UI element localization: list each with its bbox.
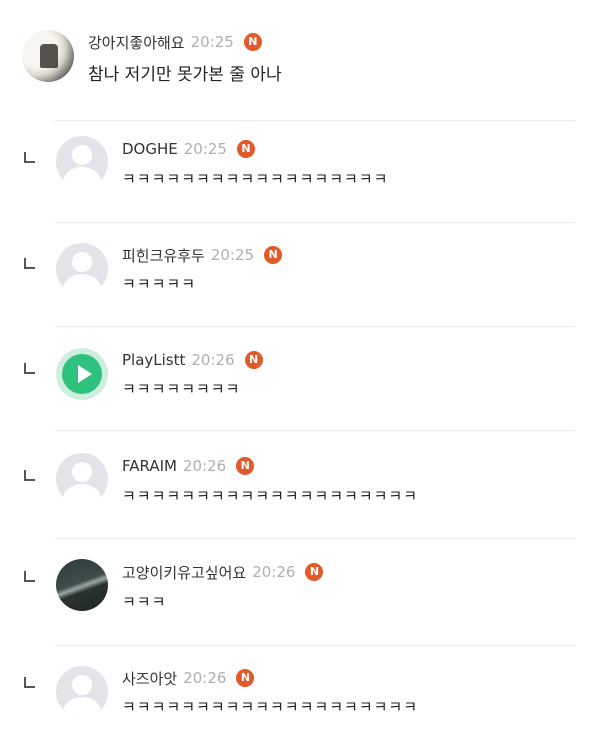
timestamp: 20:25 (183, 140, 227, 158)
avatar[interactable] (56, 243, 108, 295)
comment-meta: PlayListt 20:26 N (122, 348, 263, 372)
avatar[interactable] (22, 30, 74, 82)
new-badge: N (244, 351, 263, 369)
comment-text: ㅋㅋㅋㅋㅋㅋㅋㅋㅋㅋㅋㅋㅋㅋㅋㅋㅋㅋㅋㅋ (122, 698, 419, 716)
timestamp: 20:26 (182, 457, 227, 475)
play-icon (78, 365, 92, 383)
divider (55, 538, 575, 539)
comment-meta: 고양이키유고싶어요 20:26 N (122, 560, 324, 584)
new-badge: N (264, 246, 283, 264)
divider (55, 222, 575, 223)
timestamp: 20:26 (252, 563, 296, 581)
comment-text: ㅋㅋㅋㅋㅋㅋㅋㅋㅋㅋㅋㅋㅋㅋㅋㅋㅋㅋ (122, 170, 389, 188)
comment-meta: 피힌크유후두 20:25 N (122, 243, 283, 267)
reply-item: 피힌크유후두 20:25 N ㅋㅋㅋㅋㅋ (0, 225, 600, 325)
timestamp: 20:25 (190, 33, 234, 51)
comment-text: ㅋㅋㅋㅋㅋㅋㅋㅋ (122, 380, 241, 398)
reply-arrow-icon (24, 571, 35, 582)
nickname[interactable]: PlayListt (122, 351, 185, 369)
comment-meta: FARAIM 20:26 N (122, 454, 255, 478)
new-badge: N (236, 669, 255, 687)
divider (55, 645, 575, 646)
new-badge: N (236, 140, 255, 158)
comment-text: 참나 저기만 못가본 줄 아나 (88, 65, 282, 85)
reply-item: 고양이키유고싶어요 20:26 N ㅋㅋㅋ (0, 545, 600, 645)
reply-item: DOGHE 20:25 N ㅋㅋㅋㅋㅋㅋㅋㅋㅋㅋㅋㅋㅋㅋㅋㅋㅋㅋ (0, 120, 600, 220)
comment-text: ㅋㅋㅋ (122, 593, 167, 611)
comment-text: ㅋㅋㅋㅋㅋ (122, 275, 197, 293)
reply-arrow-icon (24, 677, 35, 688)
comment-text: ㅋㅋㅋㅋㅋㅋㅋㅋㅋㅋㅋㅋㅋㅋㅋㅋㅋㅋㅋㅋ (122, 487, 419, 505)
new-badge: N (243, 33, 262, 51)
reply-arrow-icon (24, 470, 35, 481)
nickname[interactable]: DOGHE (122, 140, 178, 158)
reply-item: FARAIM 20:26 N ㅋㅋㅋㅋㅋㅋㅋㅋㅋㅋㅋㅋㅋㅋㅋㅋㅋㅋㅋㅋ (0, 437, 600, 537)
reply-item: 사즈아앗 20:26 N ㅋㅋㅋㅋㅋㅋㅋㅋㅋㅋㅋㅋㅋㅋㅋㅋㅋㅋㅋㅋ (0, 650, 600, 735)
reply-arrow-icon (24, 363, 35, 374)
avatar[interactable] (56, 666, 108, 718)
nickname[interactable]: 고양이키유고싶어요 (122, 562, 246, 583)
nickname[interactable]: FARAIM (122, 457, 177, 475)
avatar[interactable] (56, 348, 108, 400)
new-badge: N (236, 457, 255, 475)
avatar[interactable] (56, 136, 108, 188)
comment-item: 강아지좋아해요 20:25 N 참나 저기만 못가본 줄 아나 (0, 0, 600, 110)
avatar[interactable] (56, 559, 108, 611)
divider (55, 326, 575, 327)
nickname[interactable]: 강아지좋아해요 (88, 32, 185, 53)
comment-meta: 강아지좋아해요 20:25 N (88, 30, 262, 54)
nickname[interactable]: 사즈아앗 (122, 668, 177, 689)
comment-meta: DOGHE 20:25 N (122, 137, 255, 161)
nickname[interactable]: 피힌크유후두 (122, 245, 205, 266)
new-badge: N (305, 563, 324, 581)
timestamp: 20:26 (191, 351, 235, 369)
divider (55, 430, 575, 431)
timestamp: 20:25 (210, 246, 255, 264)
comment-meta: 사즈아앗 20:26 N (122, 666, 255, 690)
timestamp: 20:26 (183, 669, 227, 687)
reply-item: PlayListt 20:26 N ㅋㅋㅋㅋㅋㅋㅋㅋ (0, 330, 600, 430)
avatar[interactable] (56, 453, 108, 505)
reply-arrow-icon (24, 152, 35, 163)
reply-arrow-icon (24, 258, 35, 269)
